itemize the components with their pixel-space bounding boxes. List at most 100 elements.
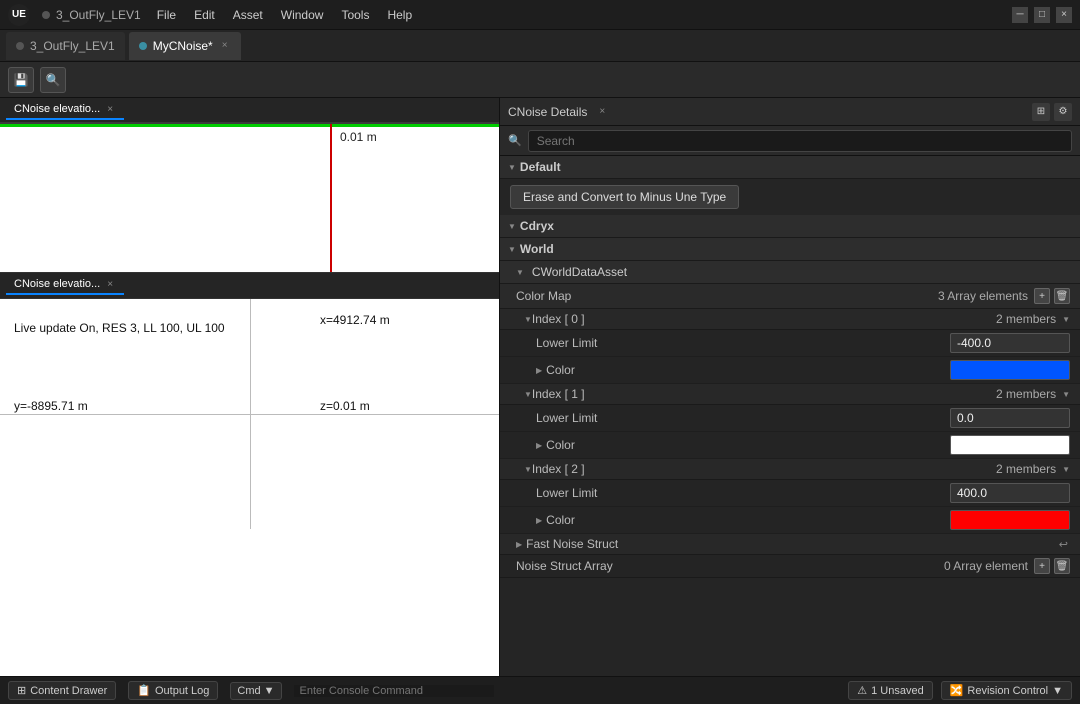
noise-array-del-btn[interactable]: 🗑 xyxy=(1054,558,1070,574)
lower-limit-1-input[interactable] xyxy=(950,408,1070,428)
panel-grid-icon[interactable]: ⊞ xyxy=(1032,103,1050,121)
content-drawer-btn[interactable]: ⊞ Content Drawer xyxy=(8,681,116,700)
index-1-header[interactable]: ▼ Index [ 1 ] 2 members ▼ xyxy=(500,384,1080,405)
color-1-row: ▶ Color xyxy=(500,432,1080,459)
lower-limit-1-row: Lower Limit xyxy=(500,405,1080,432)
color0-swatch[interactable] xyxy=(950,360,1070,380)
button-row: Erase and Convert to Minus Une Type xyxy=(500,179,1080,215)
green-line xyxy=(0,124,499,127)
asset-tab-label: MyCNoise* xyxy=(153,39,213,53)
details-title: CNoise Details xyxy=(508,105,587,119)
erase-button[interactable]: Erase and Convert to Minus Une Type xyxy=(510,185,739,209)
project-tab-dot xyxy=(16,42,24,50)
lower-limit-0-row: Lower Limit xyxy=(500,330,1080,357)
index0-expand: ▼ xyxy=(1062,315,1070,324)
revision-control-btn[interactable]: 🔀 Revision Control ▼ xyxy=(941,681,1072,700)
index0-arrow: ▼ xyxy=(524,315,532,324)
menu-edit[interactable]: Edit xyxy=(186,5,223,25)
section-default[interactable]: ▼ Default xyxy=(500,156,1080,179)
red-line xyxy=(330,124,332,272)
fast-noise-row[interactable]: ▶ Fast Noise Struct ↩ xyxy=(500,534,1080,555)
console-input[interactable] xyxy=(294,685,494,697)
search-icon: 🔍 xyxy=(508,134,522,147)
viewport-top: 0.01 m xyxy=(0,124,499,273)
color1-swatch[interactable] xyxy=(950,435,1070,455)
menu-tools[interactable]: Tools xyxy=(333,5,377,25)
array-del-btn[interactable]: 🗑 xyxy=(1054,288,1070,304)
viewport-bottom: Live update On, RES 3, LL 100, UL 100 y=… xyxy=(0,299,499,529)
details-content: ▼ Default Erase and Convert to Minus Une… xyxy=(500,156,1080,676)
output-log-btn[interactable]: 📋 Output Log xyxy=(128,681,218,700)
viewport-top-tab-item[interactable]: CNoise elevatio... × xyxy=(6,101,124,120)
index0-members: 2 members xyxy=(996,312,1056,326)
fast-noise-name: Fast Noise Struct xyxy=(526,537,1070,551)
color0-label: Color xyxy=(546,363,950,377)
lower-limit-2-input[interactable] xyxy=(950,483,1070,503)
viewport-top-tab: CNoise elevatio... × xyxy=(0,98,499,124)
details-tab[interactable]: CNoise Details × xyxy=(508,105,605,119)
lower-limit-1-label: Lower Limit xyxy=(536,411,950,425)
cmd-btn[interactable]: Cmd ▼ xyxy=(230,682,281,700)
output-log-icon: 📋 xyxy=(137,684,151,697)
menu-bar: File Edit Asset Window Tools Help xyxy=(149,5,420,25)
revision-arrow: ▼ xyxy=(1052,685,1063,697)
search-input[interactable] xyxy=(528,130,1072,152)
viewport-top-close[interactable]: × xyxy=(104,103,116,116)
color-map-header[interactable]: Color Map 3 Array elements + 🗑 xyxy=(500,284,1080,309)
array-add-btn[interactable]: + xyxy=(1034,288,1050,304)
close-button[interactable]: × xyxy=(1056,7,1072,23)
world-data-asset-header[interactable]: ▼ CWorldDataAsset xyxy=(500,261,1080,284)
index2-expand: ▼ xyxy=(1062,465,1070,474)
asset-tab-close[interactable]: × xyxy=(219,39,231,52)
asset-tab[interactable]: MyCNoise* × xyxy=(129,32,241,60)
unsaved-icon: ⚠ xyxy=(857,684,867,697)
coord-label-top: 0.01 m xyxy=(340,130,377,144)
section-cdryx[interactable]: ▼ Cdryx xyxy=(500,215,1080,238)
panel-settings-icon[interactable]: ⚙ xyxy=(1054,103,1072,121)
project-tab[interactable]: 3_OutFly_LEV1 xyxy=(6,32,125,60)
viewport-bottom-tab-item[interactable]: CNoise elevatio... × xyxy=(6,276,124,295)
details-panel: CNoise Details × ⊞ ⚙ 🔍 ▼ Default Erase a… xyxy=(500,98,1080,676)
noise-array-btns: + 🗑 xyxy=(1034,558,1070,574)
title-bar-right: ─ □ × xyxy=(1012,7,1072,23)
lower-limit-0-input[interactable] xyxy=(950,333,1070,353)
viewport-bottom-tab: CNoise elevatio... × xyxy=(0,273,499,299)
menu-help[interactable]: Help xyxy=(379,5,420,25)
minimize-button[interactable]: ─ xyxy=(1012,7,1028,23)
color1-expand-arrow: ▶ xyxy=(536,441,542,450)
content-drawer-label: Content Drawer xyxy=(30,685,107,697)
color2-label: Color xyxy=(546,513,950,527)
details-close[interactable]: × xyxy=(599,106,605,117)
world-arrow: ▼ xyxy=(508,245,516,254)
status-right: ⚠ 1 Unsaved 🔀 Revision Control ▼ xyxy=(848,681,1072,700)
fast-noise-arrow: ▶ xyxy=(516,540,522,549)
asset-tab-dot xyxy=(139,42,147,50)
unsaved-btn[interactable]: ⚠ 1 Unsaved xyxy=(848,681,932,700)
viewport-bottom-close[interactable]: × xyxy=(104,278,116,291)
browse-button[interactable]: 🔍 xyxy=(40,67,66,93)
color-map-name: Color Map xyxy=(516,289,938,303)
maximize-button[interactable]: □ xyxy=(1034,7,1050,23)
array-btns: + 🗑 xyxy=(1034,288,1070,304)
details-panel-icons: ⊞ ⚙ xyxy=(1032,103,1072,121)
world-label: World xyxy=(520,242,554,256)
search-bar: 🔍 xyxy=(500,126,1080,156)
title-bar: UE 3_OutFly_LEV1 File Edit Asset Window … xyxy=(0,0,1080,30)
color-2-row: ▶ Color xyxy=(500,507,1080,534)
coord-x: x=4912.74 m xyxy=(320,313,390,327)
noise-array-add-btn[interactable]: + xyxy=(1034,558,1050,574)
menu-asset[interactable]: Asset xyxy=(225,5,271,25)
section-world[interactable]: ▼ World xyxy=(500,238,1080,261)
save-button[interactable]: 💾 xyxy=(8,67,34,93)
menu-file[interactable]: File xyxy=(149,5,184,25)
menu-window[interactable]: Window xyxy=(273,5,332,25)
index-0-header[interactable]: ▼ Index [ 0 ] 2 members ▼ xyxy=(500,309,1080,330)
wda-label: CWorldDataAsset xyxy=(532,265,627,279)
color2-swatch[interactable] xyxy=(950,510,1070,530)
tab-bar: 3_OutFly_LEV1 MyCNoise* × xyxy=(0,30,1080,62)
unsaved-label: 1 Unsaved xyxy=(871,685,924,697)
revision-icon: 🔀 xyxy=(950,684,964,697)
undo-icon[interactable]: ↩ xyxy=(1059,538,1068,551)
index1-name: Index [ 1 ] xyxy=(532,387,996,401)
index-2-header[interactable]: ▼ Index [ 2 ] 2 members ▼ xyxy=(500,459,1080,480)
